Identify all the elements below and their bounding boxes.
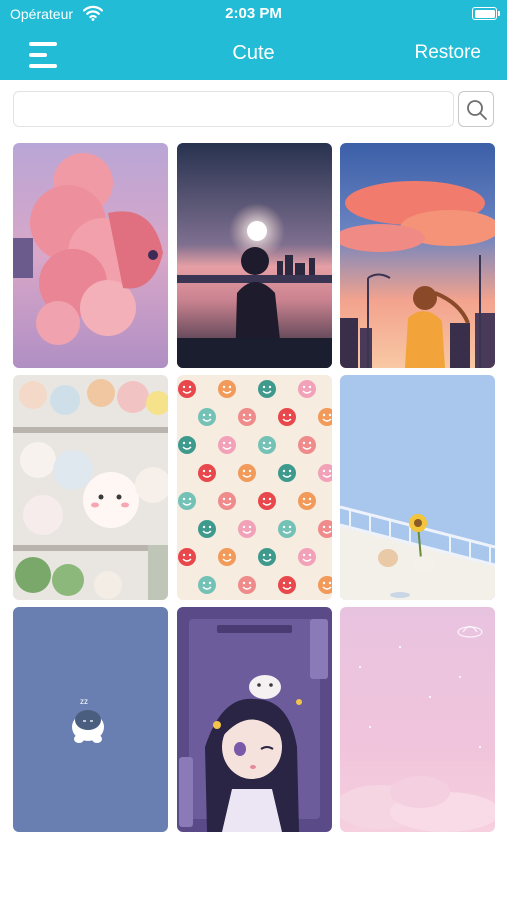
wallpaper-image: zz bbox=[13, 607, 168, 832]
wallpaper-image bbox=[13, 143, 168, 368]
wallpaper-city-sunset-girl[interactable] bbox=[340, 143, 495, 368]
smiley-face bbox=[258, 492, 276, 510]
smiley-face bbox=[258, 380, 276, 398]
smiley-face bbox=[238, 464, 256, 482]
smiley-face bbox=[238, 408, 256, 426]
svg-text:zz: zz bbox=[80, 697, 88, 706]
app-header: Opérateur 2:03 PM Cute Restore bbox=[0, 0, 507, 80]
wallpaper-sunflower-bridge-cats[interactable] bbox=[340, 375, 495, 600]
smiley-face bbox=[178, 380, 196, 398]
wallpaper-image bbox=[177, 143, 332, 368]
smiley-face bbox=[218, 492, 236, 510]
wallpaper-smiley-faces-pattern[interactable] bbox=[177, 375, 332, 600]
restore-button[interactable]: Restore bbox=[414, 42, 481, 64]
smiley-face bbox=[258, 548, 276, 566]
smiley-face bbox=[278, 408, 296, 426]
wallpaper-image bbox=[177, 607, 332, 832]
smiley-face bbox=[238, 520, 256, 538]
status-time: 2:03 PM bbox=[225, 5, 282, 22]
search-button[interactable] bbox=[458, 91, 494, 127]
smiley-face bbox=[198, 576, 216, 594]
smiley-face bbox=[278, 464, 296, 482]
wallpaper-image bbox=[13, 375, 168, 600]
wallpaper-image bbox=[340, 143, 495, 368]
smiley-face bbox=[178, 492, 196, 510]
wallpaper-pink-cloud-girl[interactable] bbox=[13, 143, 168, 368]
wallpaper-image bbox=[177, 375, 332, 600]
battery-icon bbox=[472, 7, 500, 20]
wallpaper-plush-toys-shelf[interactable] bbox=[13, 375, 168, 600]
smiley-face bbox=[278, 520, 296, 538]
menu-icon[interactable] bbox=[29, 42, 59, 72]
wallpaper-sunset-silhouette-girl[interactable] bbox=[177, 143, 332, 368]
search-icon bbox=[467, 100, 487, 120]
smiley-face bbox=[198, 408, 216, 426]
smiley-face bbox=[278, 576, 296, 594]
smiley-face bbox=[178, 548, 196, 566]
wallpaper-pink-sky-clouds[interactable] bbox=[340, 607, 495, 832]
smiley-face bbox=[198, 464, 216, 482]
smiley-face bbox=[218, 436, 236, 454]
smiley-face bbox=[298, 492, 316, 510]
smiley-face bbox=[298, 380, 316, 398]
wallpaper-image bbox=[340, 375, 495, 600]
smiley-face bbox=[198, 520, 216, 538]
wallpaper-sleeping-snorlax[interactable]: zz bbox=[13, 607, 168, 832]
smiley-face bbox=[178, 436, 196, 454]
smiley-face bbox=[258, 436, 276, 454]
wallpaper-image bbox=[340, 607, 495, 832]
status-bar: Opérateur 2:03 PM bbox=[0, 0, 507, 28]
smiley-face bbox=[298, 436, 316, 454]
nav-bar: Cute Restore bbox=[0, 30, 507, 80]
smiley-face bbox=[298, 548, 316, 566]
smiley-face bbox=[238, 576, 256, 594]
wallpaper-anime-girl-purple[interactable] bbox=[177, 607, 332, 832]
smiley-face bbox=[218, 548, 236, 566]
search-input[interactable] bbox=[13, 91, 454, 127]
smiley-face bbox=[218, 380, 236, 398]
